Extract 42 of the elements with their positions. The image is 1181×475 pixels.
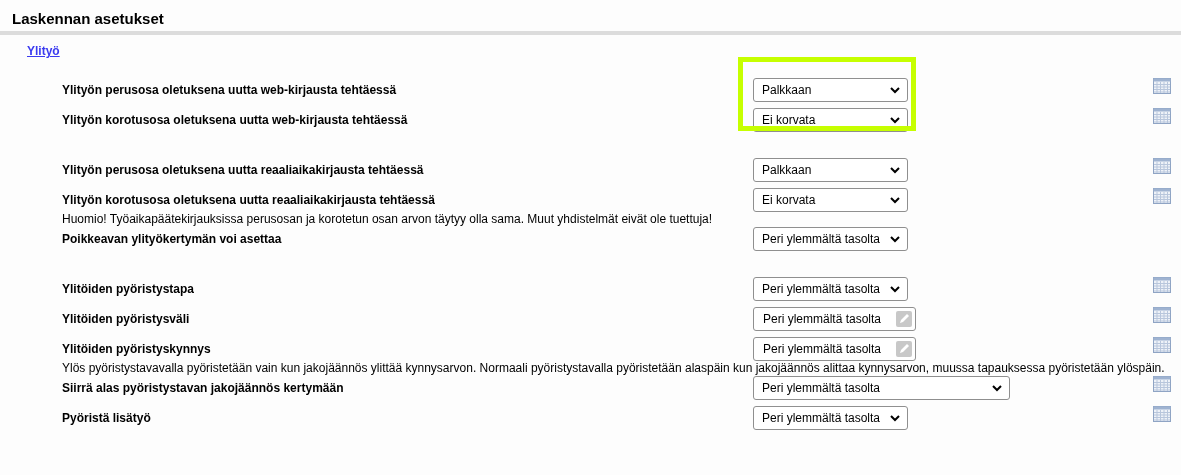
- pencil-icon[interactable]: [896, 311, 912, 327]
- caret-icon: [890, 86, 900, 94]
- calendar-icon[interactable]: [1153, 307, 1171, 323]
- dropdown[interactable]: Peri ylemmältä tasolta: [753, 406, 908, 430]
- section-link[interactable]: Ylityö: [27, 44, 60, 58]
- calendar-icon[interactable]: [1153, 337, 1171, 353]
- pencil-icon[interactable]: [896, 341, 912, 357]
- dropdown[interactable]: Peri ylemmältä tasolta: [753, 227, 908, 251]
- dropdown[interactable]: Palkkaan: [753, 78, 908, 102]
- caret-icon: [992, 384, 1002, 392]
- setting-label: Ylitöiden pyöristystapa: [62, 282, 196, 296]
- dropdown[interactable]: Ei korvata: [753, 188, 908, 212]
- calendar-icon[interactable]: [1153, 277, 1171, 293]
- caret-icon: [890, 235, 900, 243]
- caret-icon: [890, 166, 900, 174]
- caret-icon: [890, 285, 900, 293]
- calendar-icon[interactable]: [1153, 376, 1171, 392]
- caret-icon: [890, 196, 900, 204]
- setting-label: Poikkeavan ylityökertymän voi asettaa: [62, 232, 283, 246]
- setting-label: Ylityön korotusosa oletuksena uutta reaaliaikakirjausta tehtäessä: [62, 193, 436, 207]
- caret-icon: [890, 116, 900, 124]
- calendar-icon[interactable]: [1153, 188, 1171, 204]
- setting-label: Pyöristä lisätyö: [62, 411, 152, 425]
- input-field[interactable]: Peri ylemmältä tasolta: [753, 307, 916, 331]
- setting-label: Ylitöiden pyöristysväli: [62, 312, 191, 326]
- input-field[interactable]: Peri ylemmältä tasolta: [753, 337, 916, 361]
- dropdown[interactable]: Palkkaan: [753, 158, 908, 182]
- dropdown[interactable]: Peri ylemmältä tasolta: [753, 277, 908, 301]
- calendar-icon[interactable]: [1153, 78, 1171, 94]
- calendar-icon[interactable]: [1153, 108, 1171, 124]
- setting-label: Ylityön perusosa oletuksena uutta reaaliaikakirjausta tehtäessä: [62, 163, 425, 177]
- dropdown[interactable]: Peri ylemmältä tasolta: [753, 376, 1010, 400]
- page-title: Laskennan asetukset: [12, 10, 165, 28]
- calendar-icon[interactable]: [1153, 158, 1171, 174]
- setting-label: Ylityön perusosa oletuksena uutta web-kirjausta tehtäessä: [62, 83, 398, 97]
- setting-label: Ylityön korotusosa oletuksena uutta web-kirjausta tehtäessä: [62, 113, 409, 127]
- note-text: Ylös pyöristystavavalla pyöristetään vain kun jakojäännös ylittää kynnysarvon. Normaali pyöristystavalla pyöristetään alaspäin kun jakojäännös alittaa kynnysarvon, muussa tapauksessa pyöristetään ylöspäin.: [62, 361, 1166, 375]
- caret-icon: [890, 414, 900, 422]
- calendar-icon[interactable]: [1153, 406, 1171, 422]
- setting-label: Ylitöiden pyöristyskynnys: [62, 342, 212, 356]
- setting-label: Siirrä alas pyöristystavan jakojäännös kertymään: [62, 381, 345, 395]
- note-text: Huomio! Työaikapäätekirjauksissa perusosan ja korotetun osan arvon täytyy olla sama. Muut yhdistelmät eivät ole tuettuja!: [62, 212, 714, 226]
